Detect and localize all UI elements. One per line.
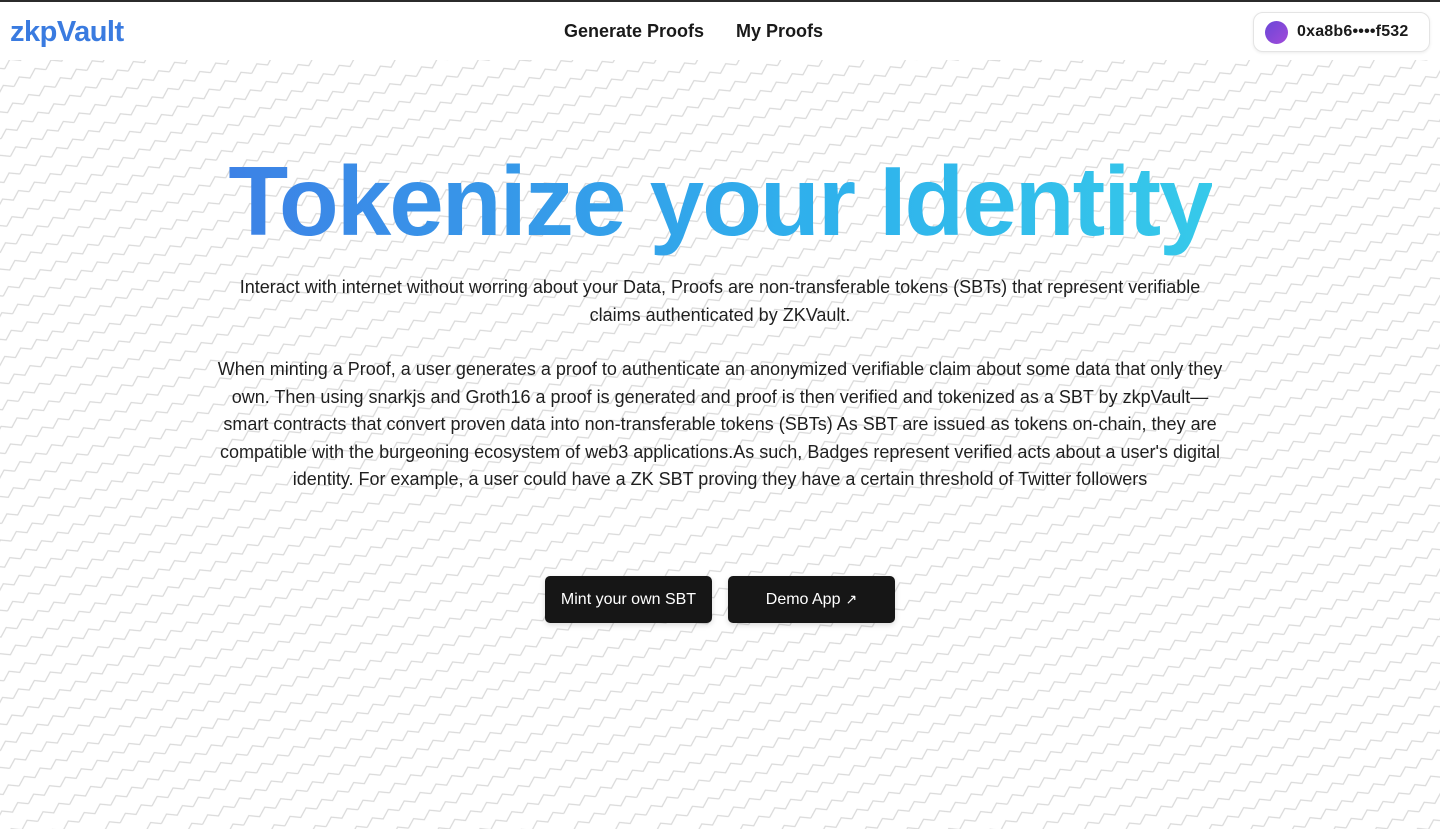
hero-description: When minting a Proof, a user generates a… [217,359,1223,489]
logo[interactable]: zkpVault [10,16,124,49]
wallet-address: 0xa8b6••••f532 [1297,23,1409,40]
demo-app-button[interactable]: Demo App ↗ [728,576,895,623]
mint-sbt-button-label: Mint your own SBT [560,590,697,608]
page: zkpVault Generate Proofs My Proofs 0xa8b… [0,0,1440,829]
nav-my-proofs[interactable]: My Proofs [736,21,823,42]
wallet-account-button[interactable]: 0xa8b6••••f532 [1253,12,1430,52]
hero-subtitle: Interact with internet without worring a… [239,277,1201,325]
top-navigation-bar: zkpVault Generate Proofs My Proofs 0xa8b… [0,2,1440,60]
external-link-arrow-icon: ↗ [845,591,858,607]
main-nav: Generate Proofs My Proofs [564,21,823,42]
hero-title: Tokenize your Identity [0,142,1440,260]
wallet-avatar-icon [1265,20,1288,44]
hero-title-text: Tokenize your Identity [228,146,1213,256]
demo-app-button-label: Demo App [765,590,841,608]
mint-sbt-button[interactable]: Mint your own SBT [545,576,712,623]
nav-generate-proofs[interactable]: Generate Proofs [564,21,704,42]
